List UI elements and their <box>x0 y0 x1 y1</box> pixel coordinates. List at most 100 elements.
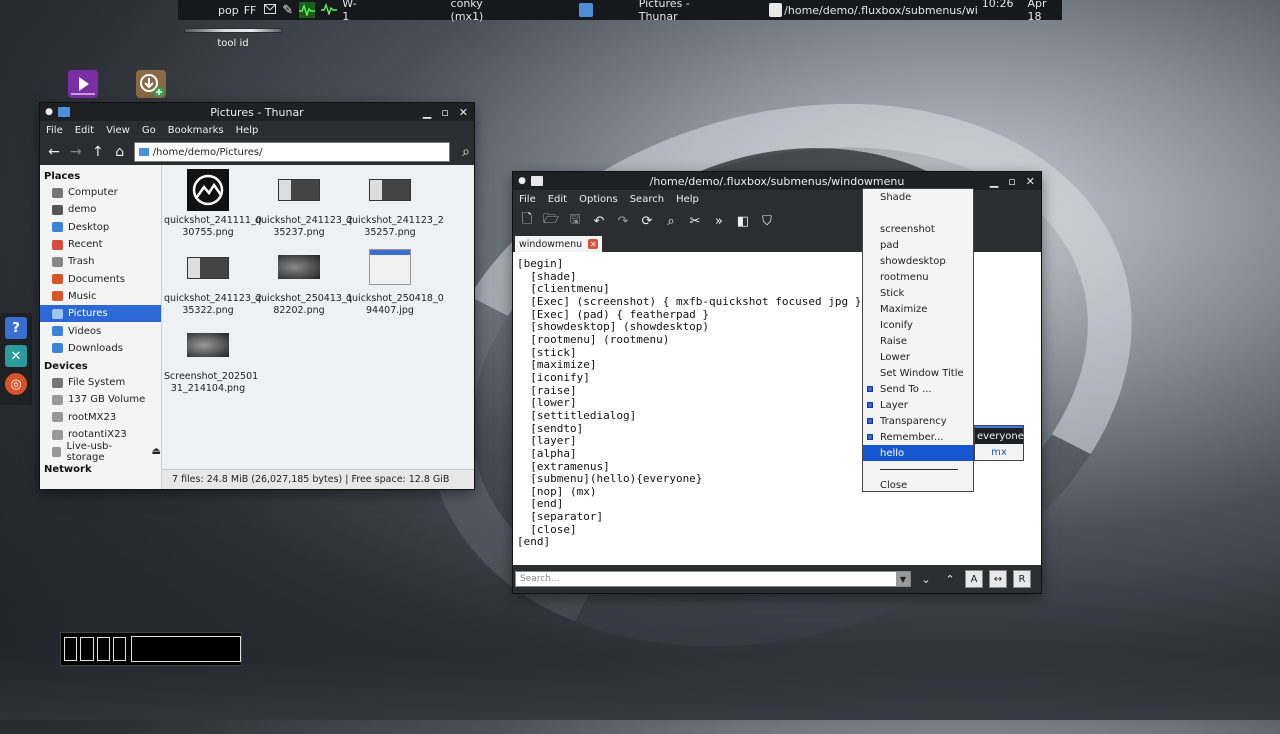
sidebar-item-documents[interactable]: Documents <box>40 270 161 287</box>
task-thunar[interactable]: Pictures - Thunar <box>635 0 723 23</box>
redo-icon[interactable]: ↷ <box>615 214 631 229</box>
sidebar-item-music[interactable]: Music <box>40 288 161 305</box>
tools-icon[interactable]: ✕ <box>5 345 27 367</box>
file-item[interactable]: quickshot_250413_1 82202.png <box>255 247 353 317</box>
replace-icon[interactable]: ✂ <box>687 214 703 229</box>
menu-item-screenshot[interactable]: screenshot <box>863 221 973 237</box>
back-arrow-icon[interactable]: ← <box>46 144 62 160</box>
find-icon[interactable]: ⌕ <box>663 214 679 229</box>
menu-item-close[interactable]: Close <box>863 477 973 493</box>
forward-arrow-icon[interactable]: → <box>68 144 84 160</box>
window-menu-icon[interactable]: ● <box>44 107 54 117</box>
close-icon[interactable]: ✕ <box>459 106 468 119</box>
file-item[interactable]: quickshot_250418_0 94407.jpg <box>346 247 444 317</box>
bookmark-icon[interactable]: ⛉ <box>759 214 775 229</box>
clock[interactable]: 10:26 Apr 18 <box>982 0 1062 23</box>
thunar-titlebar[interactable]: ● Pictures - Thunar ▁ ▫ ✕ <box>40 103 474 121</box>
chevron-down-icon[interactable]: ▼ <box>896 572 910 586</box>
home-icon[interactable]: ⌂ <box>112 144 128 160</box>
ff-launcher[interactable]: FF <box>244 0 257 20</box>
envelope-icon[interactable] <box>264 3 277 17</box>
menu-item-shade[interactable]: Shade <box>863 189 973 205</box>
workspace-2[interactable] <box>80 637 94 661</box>
side-pane-icon[interactable]: ◧ <box>735 214 751 229</box>
menu-edit[interactable]: Edit <box>548 194 567 205</box>
tab-close-icon[interactable]: ✕ <box>588 239 599 249</box>
match-case-icon[interactable]: A <box>965 570 983 588</box>
menu-item-layer[interactable]: Layer <box>863 397 973 413</box>
location-bar[interactable]: /home/demo/Pictures/ <box>133 142 451 162</box>
menu-item-showdesktop[interactable]: showdesktop <box>863 253 973 269</box>
workspace-3[interactable] <box>96 637 110 661</box>
menu-item-remember[interactable]: Remember... <box>863 429 973 445</box>
menu-item-pad[interactable]: pad <box>863 237 973 253</box>
menu-item-maximize[interactable]: Maximize <box>863 301 973 317</box>
sidebar-item-videos[interactable]: Videos <box>40 322 161 339</box>
whole-word-icon[interactable]: ↔ <box>989 570 1007 588</box>
up-arrow-icon[interactable]: ↑ <box>90 144 106 160</box>
menu-item-stick[interactable]: Stick <box>863 285 973 301</box>
window-menu-icon[interactable]: ● <box>517 176 527 186</box>
menu-item-rootmenu[interactable]: rootmenu <box>863 269 973 285</box>
new-file-icon[interactable]: 🗋 <box>519 210 535 232</box>
undo-icon[interactable]: ↶ <box>591 214 607 229</box>
sidebar-item-rootmx23[interactable]: rootMX23 <box>40 409 161 426</box>
minimize-icon[interactable]: ▁ <box>990 175 998 188</box>
menu-edit[interactable]: Edit <box>75 125 94 136</box>
menu-go[interactable]: Go <box>142 125 156 136</box>
help-icon[interactable]: ? <box>5 317 27 339</box>
find-next-icon[interactable]: ⌄ <box>917 570 935 588</box>
menu-item-lower[interactable]: Lower <box>863 349 973 365</box>
sidebar-item-computer[interactable]: Computer <box>40 184 161 201</box>
menu-bookmarks[interactable]: Bookmarks <box>168 125 224 136</box>
reload-icon[interactable]: ⟳ <box>639 214 655 229</box>
search-icon[interactable]: ⌕ <box>458 144 474 160</box>
maximize-icon[interactable]: ▫ <box>441 106 448 119</box>
menu-help[interactable]: Help <box>236 125 259 136</box>
file-item[interactable]: quickshot_241123_2 35237.png <box>255 169 353 239</box>
open-folder-icon[interactable]: 🗁 <box>543 210 559 232</box>
menu-item-send-to[interactable]: Send To ... <box>863 381 973 397</box>
media-player-desktop-icon[interactable] <box>68 70 98 98</box>
file-item[interactable]: quickshot_241123_2 35257.png <box>346 169 444 239</box>
menu-options[interactable]: Options <box>579 194 618 205</box>
menu-search[interactable]: Search <box>630 194 664 205</box>
menu-item-transparency[interactable]: Transparency <box>863 413 973 429</box>
search-input[interactable]: Search... ▼ <box>515 571 911 587</box>
menu-view[interactable]: View <box>106 125 130 136</box>
task-featherpad[interactable]: /home/demo/.fluxbox/submenus/wi <box>782 0 982 20</box>
save-icon[interactable]: 🖫 <box>567 210 583 232</box>
pager-preview[interactable] <box>131 636 241 662</box>
sidebar-item-desktop[interactable]: Desktop <box>40 219 161 236</box>
sidebar-item-live-usb[interactable]: Live-usb-storage ⏏ <box>40 441 161 463</box>
submenu-item-mx[interactable]: mx <box>975 444 1023 460</box>
sidebar-item-downloads[interactable]: Downloads <box>40 340 161 357</box>
menu-file[interactable]: File <box>46 125 63 136</box>
ubuntu-icon[interactable]: ◎ <box>5 373 27 395</box>
regex-icon[interactable]: R <box>1013 570 1031 588</box>
workspace-name[interactable]: W-1 <box>342 0 360 23</box>
sidebar-item-137gb[interactable]: 137 GB Volume <box>40 391 161 408</box>
menu-item-raise[interactable]: Raise <box>863 333 973 349</box>
menu-help[interactable]: Help <box>676 194 699 205</box>
find-previous-icon[interactable]: ⌃ <box>941 570 959 588</box>
network-activity-icon[interactable] <box>299 2 316 18</box>
download-installer-desktop-icon[interactable] <box>136 70 166 98</box>
pop-launcher[interactable]: pop <box>218 0 239 20</box>
workspace-1[interactable] <box>64 637 78 661</box>
goto-icon[interactable]: » <box>711 214 727 229</box>
sidebar-item-trash[interactable]: Trash <box>40 253 161 270</box>
file-item[interactable]: Screenshot_202501 31_214104.png <box>164 325 258 395</box>
sidebar-item-pictures[interactable]: Pictures <box>40 305 161 323</box>
tab-windowmenu[interactable]: windowmenu ✕ <box>515 236 603 252</box>
task-conky[interactable]: conky (mx1) <box>447 0 514 23</box>
workspace-4[interactable] <box>112 637 127 661</box>
eject-icon[interactable]: ⏏ <box>152 446 161 457</box>
menu-file[interactable]: File <box>519 194 536 205</box>
menu-item-set-window-title[interactable]: Set Window Title <box>863 365 973 381</box>
menu-item-iconify[interactable]: Iconify <box>863 317 973 333</box>
maximize-icon[interactable]: ▫ <box>1008 175 1015 188</box>
sidebar-item-demo[interactable]: demo <box>40 201 161 218</box>
paperclip-icon[interactable]: ✎ <box>282 3 293 18</box>
close-icon[interactable]: ✕ <box>1026 175 1035 188</box>
